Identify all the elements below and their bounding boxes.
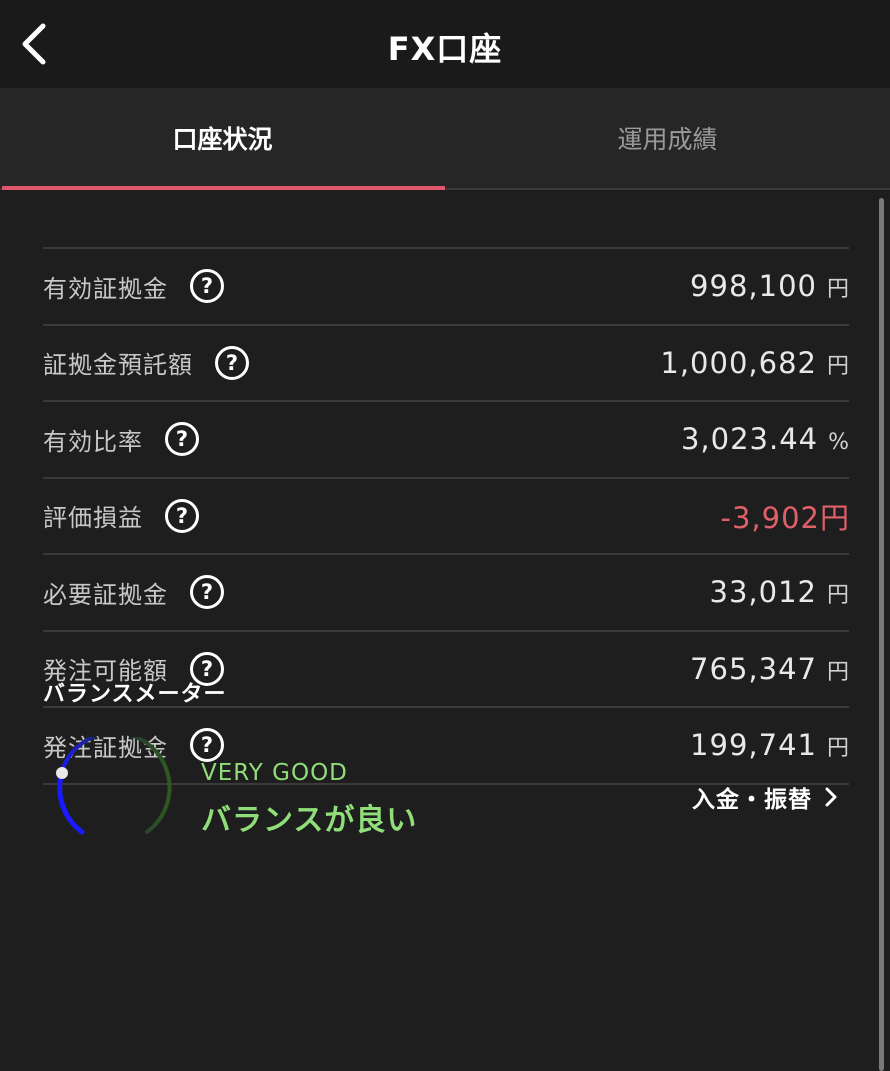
row-value: 199,741 円 [690,728,849,762]
row-label: 有効比率 [43,427,143,456]
row-label: 有効証拠金 [43,274,168,303]
help-icon[interactable]: ? [190,575,224,610]
tab-performance[interactable]: 運用成績 [445,88,890,188]
gauge-indicator [56,767,68,779]
page-title: FX口座 [387,30,503,68]
value-unit: % [828,430,849,456]
value-unit: 円 [826,277,849,303]
row-value: 765,347 円 [690,652,849,686]
row-effective-margin: 有効証拠金 ? 998,100 円 [43,249,849,326]
account-status-panel: 有効証拠金 ? 998,100 円 証拠金預託額 ? 1,000,682 円 有… [0,190,890,1071]
value-unit: 円 [826,659,849,685]
tab-bar: 口座状況 運用成績 [0,88,890,190]
help-icon[interactable]: ? [190,269,224,304]
value-unit: 円 [826,353,849,379]
top-bar: FX口座 [0,0,890,88]
help-icon[interactable]: ? [165,422,199,457]
balance-gauge [56,737,172,835]
balance-status-jp: バランスが良い [201,803,418,838]
row-required-margin: 必要証拠金 ? 33,012 円 [43,555,849,632]
row-value: 1,000,682 円 [660,346,849,380]
row-unrealized-pl: 評価損益 ? -3,902 円 [43,479,849,555]
tab-account-status[interactable]: 口座状況 [0,88,445,190]
value-number: 3,023.44 [680,422,819,457]
value-number: -3,902 [720,500,820,535]
row-effective-ratio: 有効比率 ? 3,023.44 % [43,402,849,479]
balance-meter-heading: バランスメーター [43,682,227,707]
row-value: 998,100 円 [690,269,849,303]
value-number: 199,741 [690,728,817,763]
scrollbar[interactable] [879,198,884,1071]
value-number: 998,100 [690,269,817,304]
deposit-transfer-label: 入金・振替 [692,787,812,813]
value-number: 1,000,682 [660,345,817,380]
value-number: 765,347 [690,651,817,686]
deposit-transfer-link[interactable]: 入金・振替 [692,780,838,814]
row-label: 必要証拠金 [43,580,168,609]
row-margin-deposit: 証拠金預託額 ? 1,000,682 円 [43,326,849,402]
value-number: 33,012 [709,575,817,610]
help-icon[interactable]: ? [165,498,199,533]
value-unit: 円 [826,583,849,609]
chevron-right-icon [824,786,838,808]
row-value: 3,023.44 % [681,422,849,456]
value-unit: 円 [826,736,849,762]
help-icon[interactable]: ? [215,345,249,380]
balance-status-en: VERY GOOD [201,760,348,786]
value-unit: 円 [819,500,849,535]
row-label: 評価損益 [43,504,143,533]
help-icon[interactable]: ? [190,728,224,763]
row-value: -3,902 円 [720,495,849,537]
row-label: 証拠金預託額 [43,351,193,380]
row-value: 33,012 円 [710,575,850,609]
